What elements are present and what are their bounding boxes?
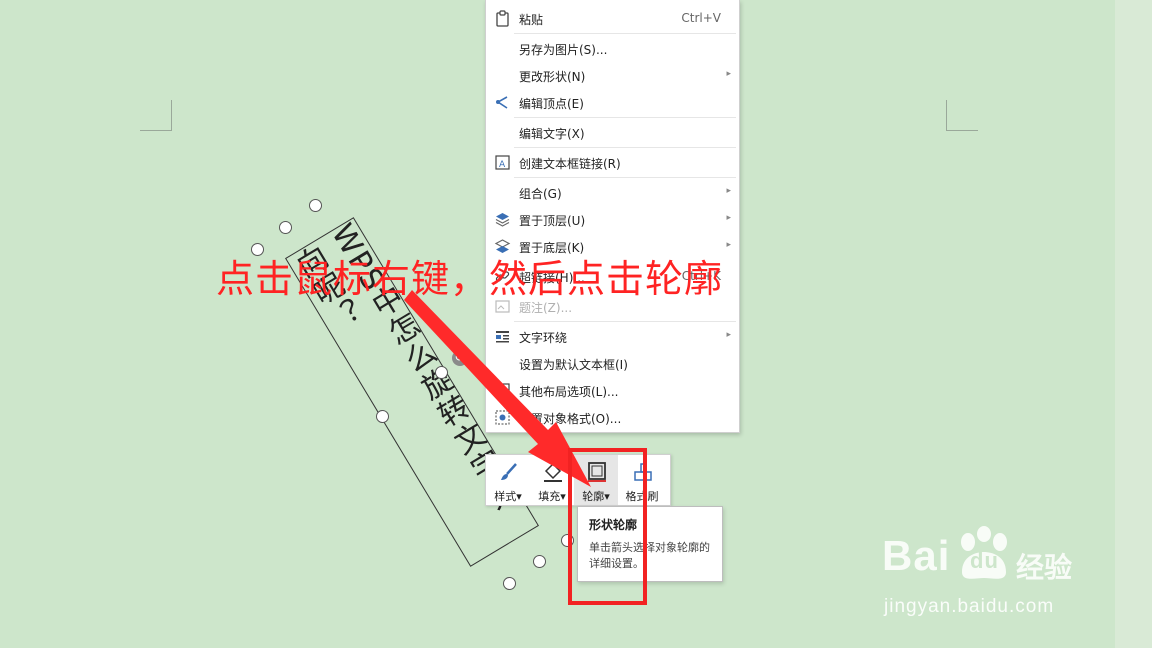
- watermark-cn: 经验: [1016, 551, 1073, 584]
- baidu-jingyan-watermark: Bai du 经验 jingyan.baidu.com: [866, 520, 1096, 630]
- watermark-url: jingyan.baidu.com: [884, 596, 1055, 617]
- annotation-text: 点击鼠标右键，然后点击轮廓: [216, 257, 724, 301]
- watermark-brand-suffix: du: [970, 548, 999, 573]
- watermark-brand: Bai: [882, 532, 951, 579]
- highlight-box: [568, 448, 647, 605]
